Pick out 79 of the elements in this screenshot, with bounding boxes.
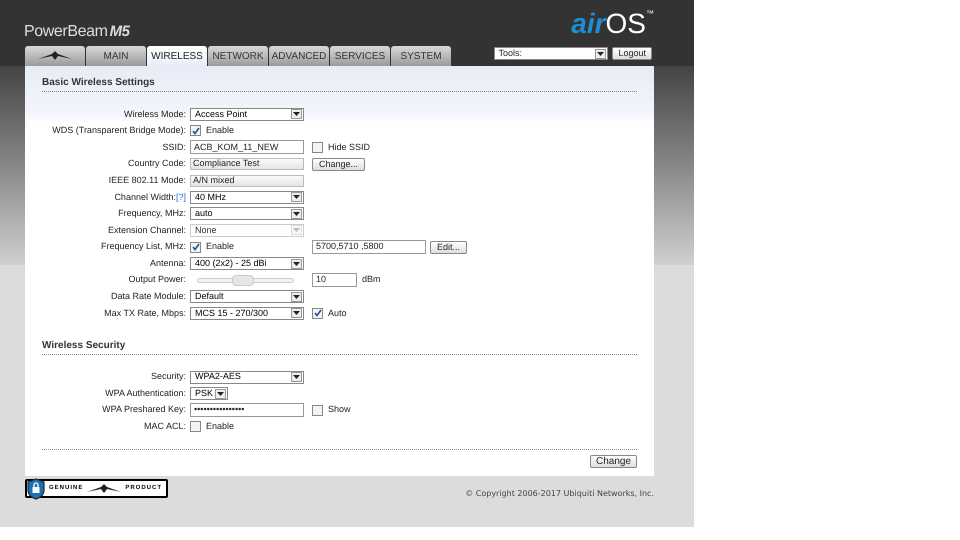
text-field[interactable]: 5700,5710 ,5800 [312, 240, 426, 254]
readonly-field: Compliance Test [190, 158, 304, 170]
field-label: Security: [150, 370, 186, 384]
dropdown[interactable]: auto [190, 207, 304, 220]
checkbox[interactable] [312, 142, 323, 153]
change-button[interactable]: Change [590, 455, 637, 468]
checkbox-label: Show [328, 403, 351, 416]
check-icon [192, 126, 200, 135]
caret-icon [291, 372, 302, 382]
checkbox-label: Hide SSID [328, 140, 370, 154]
caret-icon [291, 258, 302, 269]
checkbox[interactable] [190, 421, 201, 432]
checkbox[interactable] [312, 404, 323, 416]
field-label: SSID: [162, 140, 186, 154]
product-logo: PowerBeamM5 [24, 24, 130, 40]
logout-button[interactable]: Logout [612, 47, 652, 60]
caret-icon [595, 48, 606, 58]
caret-icon [291, 192, 302, 202]
help-link[interactable]: [?] [176, 190, 186, 204]
field-label: Channel Width: [114, 190, 176, 204]
caret-icon [291, 208, 302, 219]
caret-icon [215, 388, 226, 399]
field-label: Max TX Rate, Mbps: [104, 306, 186, 320]
antenna-logo-icon [38, 51, 72, 61]
text-field[interactable]: ACB_KOM_11_NEW [190, 140, 304, 154]
copyright-text: © Copyright 2006-2017 Ubiquiti Networks, Inc. [465, 488, 654, 500]
tools-dropdown[interactable]: Tools: [494, 47, 608, 60]
readonly-field: A/N mixed [190, 174, 304, 187]
field-label: WDS (Transparent Bridge Mode): [52, 124, 186, 138]
section-title: Basic Wireless Settings [42, 75, 637, 92]
button[interactable]: Edit... [430, 240, 468, 254]
field-label: MAC ACL: [144, 420, 186, 434]
field-label: Data Rate Module: [110, 290, 186, 304]
field-label: Antenna: [150, 256, 186, 270]
tab[interactable]: WIRELESS [147, 46, 207, 66]
field-label: Frequency List, MHz: [100, 240, 186, 254]
field-label: Frequency, MHz: [118, 207, 186, 220]
section-title: Wireless Security [42, 338, 637, 355]
dropdown[interactable]: PSK [190, 387, 228, 400]
tab[interactable] [25, 46, 85, 66]
tab[interactable]: SYSTEM [391, 46, 451, 66]
lock-shield-icon [27, 478, 45, 500]
field-label: Extension Channel: [108, 224, 186, 237]
checkbox-label: Auto [328, 306, 347, 320]
caret-icon [291, 292, 302, 302]
field-label: WPA Preshared Key: [102, 403, 186, 416]
field-label: IEEE 802.11 Mode: [108, 174, 186, 187]
antenna-logo-icon [87, 484, 122, 494]
unit-label: dBm [362, 273, 381, 286]
slider-thumb[interactable] [232, 274, 254, 286]
checkbox-label: Enable [206, 124, 234, 138]
dropdown[interactable]: 40 MHz [190, 190, 304, 204]
caret-icon [291, 225, 302, 236]
caret-icon [291, 109, 302, 120]
field-label: Wireless Mode: [124, 108, 186, 121]
check-icon [314, 309, 322, 318]
tab[interactable]: ADVANCED [269, 46, 329, 66]
text-field[interactable]: •••••••••••••••• [190, 403, 304, 418]
tab[interactable]: NETWORK [208, 46, 268, 66]
tab[interactable]: MAIN [86, 46, 146, 66]
field-label: Country Code: [128, 157, 186, 170]
airos-logo: airOS™ [571, 10, 654, 38]
check-icon [192, 243, 200, 252]
tab[interactable]: SERVICES [330, 46, 390, 66]
dropdown[interactable]: Access Point [190, 108, 304, 121]
dropdown[interactable]: 400 (2x2) - 25 dBi [190, 257, 304, 270]
caret-icon [291, 308, 302, 318]
button[interactable]: Change... [312, 158, 366, 171]
checkbox[interactable] [312, 308, 323, 319]
dropdown[interactable]: Default [190, 290, 304, 304]
checkbox-label: Enable [206, 420, 234, 434]
dropdown[interactable]: MCS 15 - 270/300 [190, 306, 304, 320]
checkbox-label: Enable [206, 240, 234, 254]
field-label: WPA Authentication: [105, 386, 186, 400]
checkbox[interactable] [190, 125, 201, 136]
dropdown[interactable]: WPA2-AES [190, 370, 304, 384]
number-field[interactable]: 10 [312, 273, 357, 288]
checkbox[interactable] [190, 242, 201, 253]
field-label: Output Power: [128, 273, 186, 286]
